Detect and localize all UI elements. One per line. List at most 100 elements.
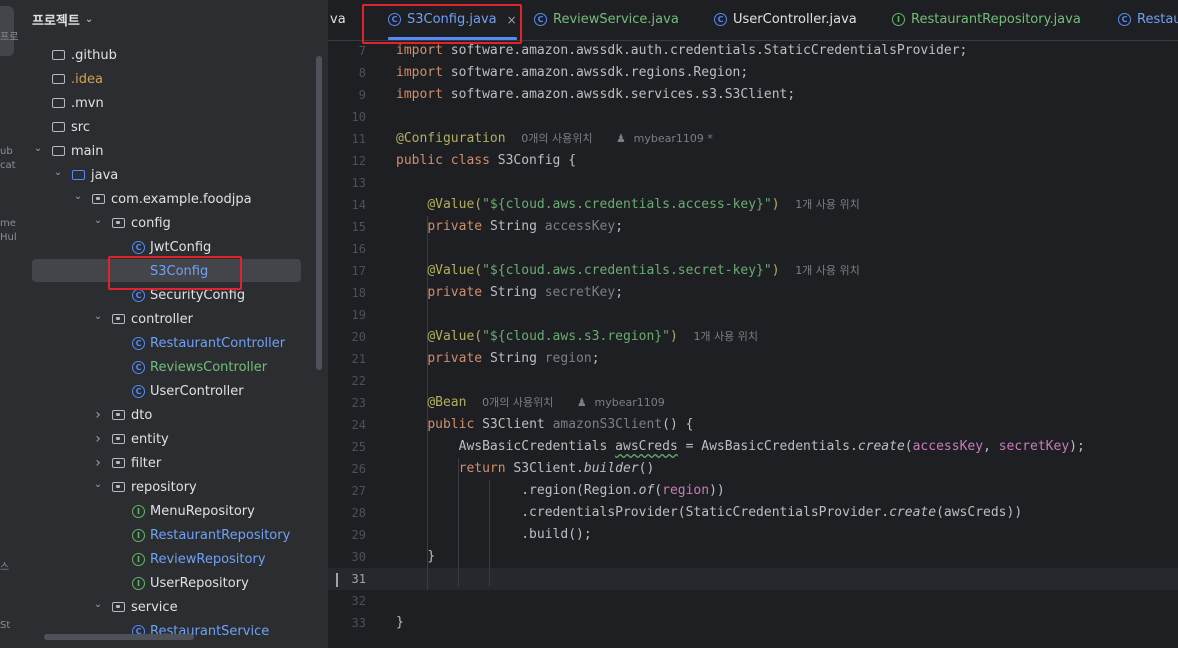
tree-item-reviewscontroller[interactable]: C ReviewsController bbox=[20, 355, 328, 379]
package-icon bbox=[112, 458, 125, 468]
chevron-right-icon[interactable]: › bbox=[92, 407, 104, 423]
tree-item-mvn[interactable]: .mvn bbox=[20, 91, 328, 115]
tree-item-config[interactable]: ⌄ config bbox=[20, 211, 328, 235]
highlight-box-tree-item bbox=[108, 256, 242, 290]
rail-label-cat[interactable]: cat bbox=[0, 160, 16, 172]
chevron-down-icon[interactable]: ⌄ bbox=[92, 215, 104, 226]
line-number: 15 bbox=[351, 220, 366, 234]
chevron-down-icon[interactable]: ⌄ bbox=[92, 479, 104, 490]
chevron-right-icon[interactable]: › bbox=[92, 431, 104, 447]
tree-item-menurepository[interactable]: I MenuRepository bbox=[20, 499, 328, 523]
line-number: 30 bbox=[351, 550, 366, 564]
tab-label: ReviewService.java bbox=[553, 12, 679, 27]
annotation-close: ) bbox=[771, 263, 780, 278]
tree-item-src[interactable]: src bbox=[20, 115, 328, 139]
method-call: builder bbox=[583, 461, 639, 476]
code-line-8: import software.amazon.awssdk.regions.Re… bbox=[396, 62, 748, 84]
author-hint[interactable]: mybear1109 bbox=[595, 396, 665, 409]
package-icon bbox=[112, 410, 125, 420]
tree-item-com-example-foodjpa[interactable]: ⌄ com.example.foodjpa bbox=[20, 187, 328, 211]
chevron-down-icon[interactable]: ⌄ bbox=[92, 599, 104, 610]
code-line-9: import software.amazon.awssdk.services.s… bbox=[396, 84, 795, 106]
code-line-25: AwsBasicCredentials awsCreds = AwsBasicC… bbox=[396, 436, 1085, 458]
code-line-28: .credentialsProvider(StaticCredentialsPr… bbox=[396, 502, 1022, 524]
import-statement: import software.amazon.awssdk.services.s… bbox=[396, 87, 795, 102]
tree-item-label: MenuRepository bbox=[150, 503, 255, 519]
usages-hint[interactable]: 0개의 사용위치 bbox=[482, 396, 553, 409]
package-icon bbox=[112, 314, 125, 324]
project-tool-button[interactable] bbox=[0, 6, 14, 56]
tab-usercontroller-java[interactable]: C UserController.java bbox=[714, 0, 857, 39]
line-number: 31 bbox=[351, 572, 366, 586]
method-call: of bbox=[638, 483, 655, 498]
chevron-down-icon[interactable]: ⌄ bbox=[72, 191, 84, 202]
code-line-11: @Configuration 0개의 사용위치 ♟ mybear1109 * bbox=[396, 128, 713, 150]
chevron-right-icon[interactable]: › bbox=[92, 455, 104, 471]
tree-item-filter[interactable]: › filter bbox=[20, 451, 328, 475]
code-line-18: private String secretKey; bbox=[396, 282, 623, 304]
tree-item-userrepository[interactable]: I UserRepository bbox=[20, 571, 328, 595]
class-icon: C bbox=[714, 13, 727, 26]
tree-item-label: repository bbox=[131, 479, 197, 495]
author-hint[interactable]: mybear1109 * bbox=[634, 132, 713, 145]
rail-label-s[interactable]: 스 bbox=[0, 562, 9, 574]
tree-item-label: ReviewRepository bbox=[150, 551, 266, 567]
code-line-17: @Value("${cloud.aws.credentials.secret-k… bbox=[396, 260, 860, 282]
tree-item-usercontroller[interactable]: C UserController bbox=[20, 379, 328, 403]
method-call: create bbox=[857, 439, 905, 454]
variable-name: awsCreds bbox=[615, 439, 678, 454]
tree-item-label: dto bbox=[131, 407, 153, 423]
code-line-24: public S3Client amazonS3Client() { bbox=[396, 414, 693, 436]
current-line-highlight bbox=[328, 568, 1178, 590]
tab-reviewservice-java[interactable]: C ReviewService.java bbox=[534, 0, 679, 39]
project-panel-header[interactable]: 프로젝트 ⌄ bbox=[32, 10, 93, 29]
folder-icon bbox=[52, 146, 65, 156]
usages-hint[interactable]: 1개 사용 위치 bbox=[693, 330, 758, 343]
import-path: software.amazon.awssdk.services.s3.S3Cli… bbox=[450, 87, 796, 102]
tree-item-reviewrepository[interactable]: I ReviewRepository bbox=[20, 547, 328, 571]
tree-item-dto[interactable]: › dto bbox=[20, 403, 328, 427]
tab-restaurantrepository-java[interactable]: I RestaurantRepository.java bbox=[892, 0, 1081, 39]
folder-icon bbox=[52, 50, 65, 60]
tree-item-github[interactable]: .github bbox=[20, 43, 328, 67]
tree-item-controller[interactable]: ⌄ controller bbox=[20, 307, 328, 331]
tree-item-label: RestaurantController bbox=[150, 335, 286, 351]
tree-item-restaurantrepository[interactable]: I RestaurantRepository bbox=[20, 523, 328, 547]
tree-item-restaurantcontroller[interactable]: C RestaurantController bbox=[20, 331, 328, 355]
tree-item-idea[interactable]: .idea bbox=[20, 67, 328, 91]
chevron-down-icon[interactable]: ⌄ bbox=[85, 14, 93, 25]
method-call: create bbox=[889, 505, 937, 520]
class-declaration: S3Config { bbox=[497, 153, 577, 168]
usages-hint[interactable]: 0개의 사용위치 bbox=[521, 132, 592, 145]
tree-item-service[interactable]: ⌄ service bbox=[20, 595, 328, 619]
tree-item-entity[interactable]: › entity bbox=[20, 427, 328, 451]
line-number: 8 bbox=[358, 66, 366, 80]
chevron-down-icon[interactable]: ⌄ bbox=[92, 311, 104, 322]
horizontal-scrollbar[interactable] bbox=[44, 634, 194, 640]
usages-hint[interactable]: 1개 사용 위치 bbox=[795, 198, 860, 211]
code-line-12: public class S3Config { bbox=[396, 150, 576, 172]
tree-item-repository[interactable]: ⌄ repository bbox=[20, 475, 328, 499]
interface-icon: I bbox=[132, 552, 145, 566]
tab-label: UserController.java bbox=[733, 12, 857, 27]
line-number: 12 bbox=[351, 154, 366, 168]
rail-label-st[interactable]: St bbox=[0, 620, 10, 632]
code-text: S3Client. bbox=[513, 461, 584, 476]
class-icon: C bbox=[132, 360, 145, 374]
tab-va[interactable]: va bbox=[330, 0, 346, 39]
usages-hint[interactable]: 1개 사용 위치 bbox=[795, 264, 860, 277]
code-line-30: } bbox=[396, 546, 435, 568]
tab-restau[interactable]: C Restau bbox=[1118, 0, 1178, 39]
chevron-down-icon[interactable]: ⌄ bbox=[52, 167, 64, 178]
rail-label-hub[interactable]: Hul bbox=[0, 232, 17, 244]
code-line-29: .build(); bbox=[396, 524, 591, 546]
code-text: ( bbox=[904, 439, 913, 454]
chevron-down-icon[interactable]: ⌄ bbox=[32, 143, 44, 154]
tree-item-label: service bbox=[131, 599, 178, 615]
keyword: private bbox=[427, 351, 490, 366]
rail-label-me[interactable]: me bbox=[0, 218, 16, 230]
tree-item-java[interactable]: ⌄ java bbox=[20, 163, 328, 187]
rail-label-github[interactable]: ub bbox=[0, 146, 13, 158]
vertical-scrollbar[interactable] bbox=[316, 56, 322, 370]
tree-item-main[interactable]: ⌄ main bbox=[20, 139, 328, 163]
